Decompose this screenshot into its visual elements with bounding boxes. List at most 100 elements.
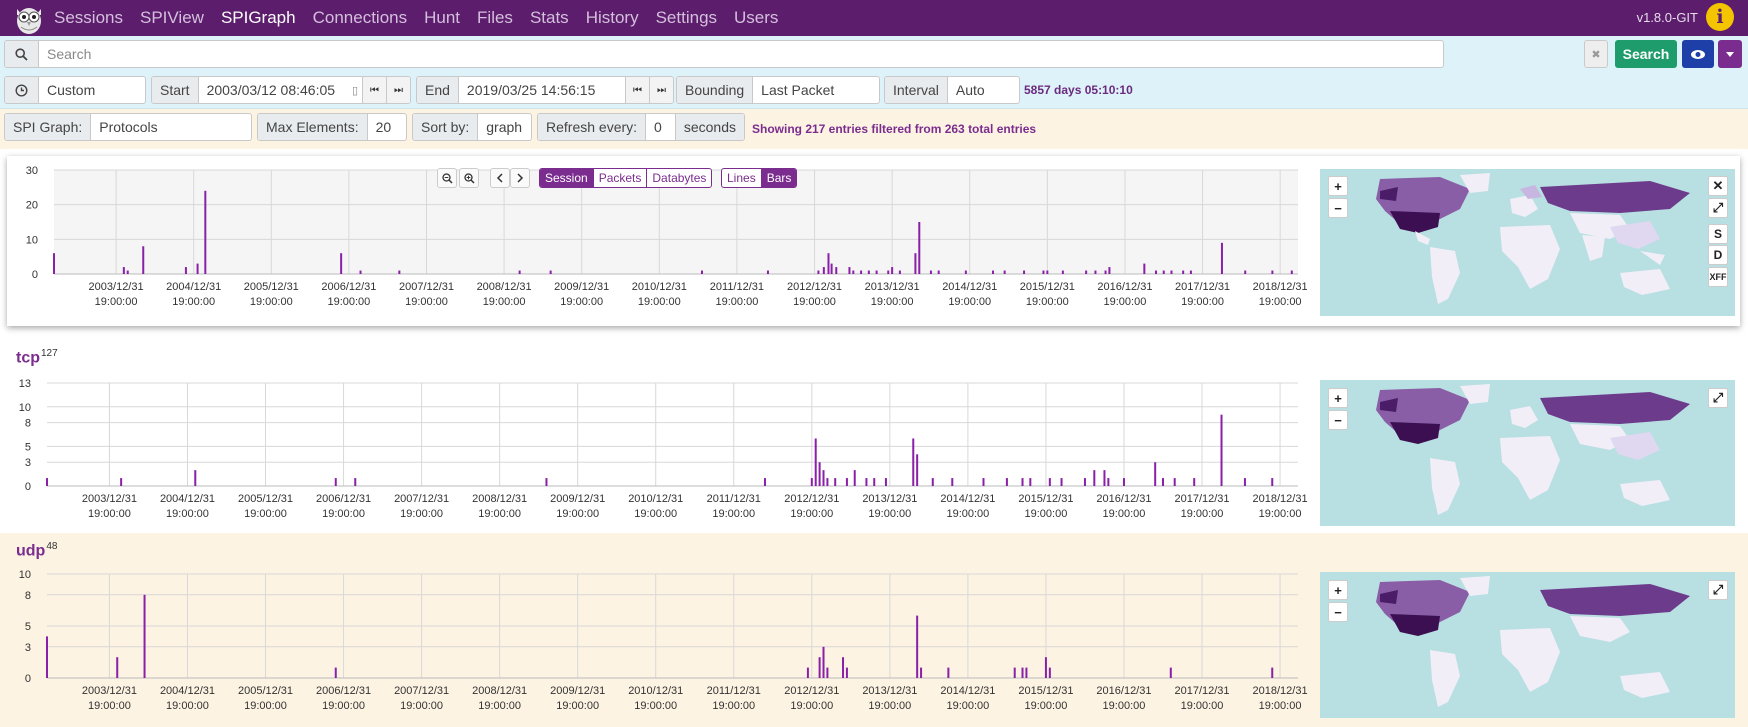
chart-bar[interactable] <box>1189 270 1192 274</box>
chart-bar[interactable] <box>884 478 887 486</box>
chart-bar[interactable] <box>931 478 934 486</box>
chart-bar[interactable] <box>818 462 821 486</box>
chart-bar[interactable] <box>992 270 995 274</box>
tcp-chart[interactable]: 0 3 5 8 10 13 2003/12/31 19:00:00 2004/12/31 19:0… <box>0 340 1310 530</box>
mode-session-button[interactable]: Session <box>540 169 594 187</box>
chart-bar[interactable] <box>845 667 848 678</box>
chart-bar[interactable] <box>1271 478 1274 486</box>
chart-bar[interactable] <box>826 667 829 678</box>
mode-databytes-button[interactable]: Databytes <box>647 169 711 187</box>
chart-bar[interactable] <box>122 267 125 274</box>
chart-bar[interactable] <box>398 270 401 274</box>
map-dst-button[interactable]: D <box>1708 245 1728 265</box>
style-lines-button[interactable]: Lines <box>722 169 762 187</box>
search-button[interactable]: Search <box>1615 40 1677 68</box>
chart-bar[interactable] <box>1025 667 1028 678</box>
chart-bar[interactable] <box>53 253 55 274</box>
chart-bar[interactable] <box>142 246 145 274</box>
style-bars-button[interactable]: Bars <box>761 169 797 187</box>
chart-bar[interactable] <box>860 270 863 274</box>
refresh-select[interactable]: 0 <box>646 119 675 135</box>
chart-bar[interactable] <box>1023 270 1026 274</box>
chart-bar[interactable] <box>1061 270 1064 274</box>
udp-chart[interactable]: 0 3 5 8 10 2003/12/31 19:00:00 2004/12/31 19:00:… <box>0 533 1310 727</box>
chart-bar[interactable] <box>184 267 187 274</box>
chart-bar[interactable] <box>848 267 851 274</box>
chart-bar[interactable] <box>46 478 48 486</box>
chart-bar[interactable] <box>1122 478 1125 486</box>
chart-bar[interactable] <box>964 270 967 274</box>
chart-bar[interactable] <box>1083 478 1086 486</box>
owl-logo-icon[interactable] <box>14 1 44 35</box>
chart-bar[interactable] <box>1271 667 1274 678</box>
chart-bar[interactable] <box>1271 270 1274 274</box>
map-xff-button[interactable]: XFF <box>1708 267 1728 287</box>
end-next-icon[interactable]: ⏭ <box>649 77 673 103</box>
chart-bar[interactable] <box>1029 478 1032 486</box>
nav-item-spigraph[interactable]: SPIGraph <box>221 8 296 28</box>
chart-bar[interactable] <box>1048 478 1051 486</box>
udp-world-map[interactable]: + − ⤢ <box>1320 572 1735 718</box>
chart-bar[interactable] <box>891 267 894 274</box>
chart-bar[interactable] <box>822 267 825 274</box>
chart-bar[interactable] <box>1021 667 1024 678</box>
chart-bar[interactable] <box>873 478 876 486</box>
chart-bar[interactable] <box>549 270 552 274</box>
chart-bar[interactable] <box>1107 478 1110 486</box>
world-map[interactable]: + − ✕ ⤢ S D XFF <box>1320 169 1735 316</box>
nav-item-users[interactable]: Users <box>734 8 778 28</box>
chart-bar[interactable] <box>1243 478 1246 486</box>
map-src-button[interactable]: S <box>1708 224 1728 244</box>
chart-bar[interactable] <box>1094 270 1097 274</box>
chart-bar[interactable] <box>814 438 817 486</box>
chart-bar[interactable] <box>1060 478 1063 486</box>
chart-bar[interactable] <box>817 270 820 274</box>
chart-bar[interactable] <box>1005 478 1008 486</box>
chart-bar[interactable] <box>822 646 825 678</box>
chart-bar[interactable] <box>763 478 766 486</box>
chart-bar[interactable] <box>1154 462 1157 486</box>
tcp-world-map[interactable]: + − ⤢ <box>1320 380 1735 526</box>
chart-bar[interactable] <box>1161 478 1164 486</box>
chart-bar[interactable] <box>852 270 855 274</box>
chart-bar[interactable] <box>920 667 923 678</box>
chart-bar[interactable] <box>937 270 940 274</box>
chart-bar[interactable] <box>1108 267 1111 274</box>
tcp-map-zoom-in-icon[interactable]: + <box>1328 388 1348 408</box>
chart-bar[interactable] <box>887 270 890 274</box>
nav-item-spiview[interactable]: SPIView <box>140 8 204 28</box>
calendar-icon[interactable]: ▯ <box>352 84 358 97</box>
pan-right-icon[interactable] <box>510 168 530 188</box>
chart-bar[interactable] <box>810 478 813 486</box>
time-range-select[interactable]: Custom <box>4 76 146 104</box>
chart-bar[interactable] <box>116 657 119 678</box>
chart-bar[interactable] <box>845 478 848 486</box>
chart-bar[interactable] <box>818 657 821 678</box>
chart-bar[interactable] <box>834 478 837 486</box>
chart-bar[interactable] <box>1182 270 1185 274</box>
start-prev-icon[interactable]: ⏮ <box>362 77 386 103</box>
chart-bar[interactable] <box>1193 478 1196 486</box>
chart-bar[interactable] <box>120 478 123 486</box>
chart-bar[interactable] <box>918 222 921 274</box>
chart-bar[interactable] <box>822 470 825 486</box>
chart-bar[interactable] <box>334 478 337 486</box>
chart-bar[interactable] <box>826 478 829 486</box>
chart-bar[interactable] <box>204 190 207 274</box>
chart-bar[interactable] <box>1044 657 1047 678</box>
nav-item-sessions[interactable]: Sessions <box>54 8 123 28</box>
chart-bar[interactable] <box>1170 270 1173 274</box>
chart-bar[interactable] <box>1103 470 1106 486</box>
info-icon[interactable]: i <box>1706 3 1734 31</box>
udp-map-zoom-in-icon[interactable]: + <box>1328 580 1348 600</box>
chart-bar[interactable] <box>912 438 915 486</box>
chart-bar[interactable] <box>867 270 870 274</box>
spi-graph-field-input[interactable]: Protocols <box>91 119 165 135</box>
map-close-icon[interactable]: ✕ <box>1708 176 1728 196</box>
start-next-icon[interactable]: ⏭ <box>386 77 410 103</box>
map-expand-icon[interactable]: ⤢ <box>1708 198 1728 218</box>
chart-bar[interactable] <box>830 263 833 274</box>
chart-bar[interactable] <box>126 270 129 274</box>
chart-bar[interactable] <box>1169 667 1172 678</box>
chart-bar[interactable] <box>853 470 856 486</box>
